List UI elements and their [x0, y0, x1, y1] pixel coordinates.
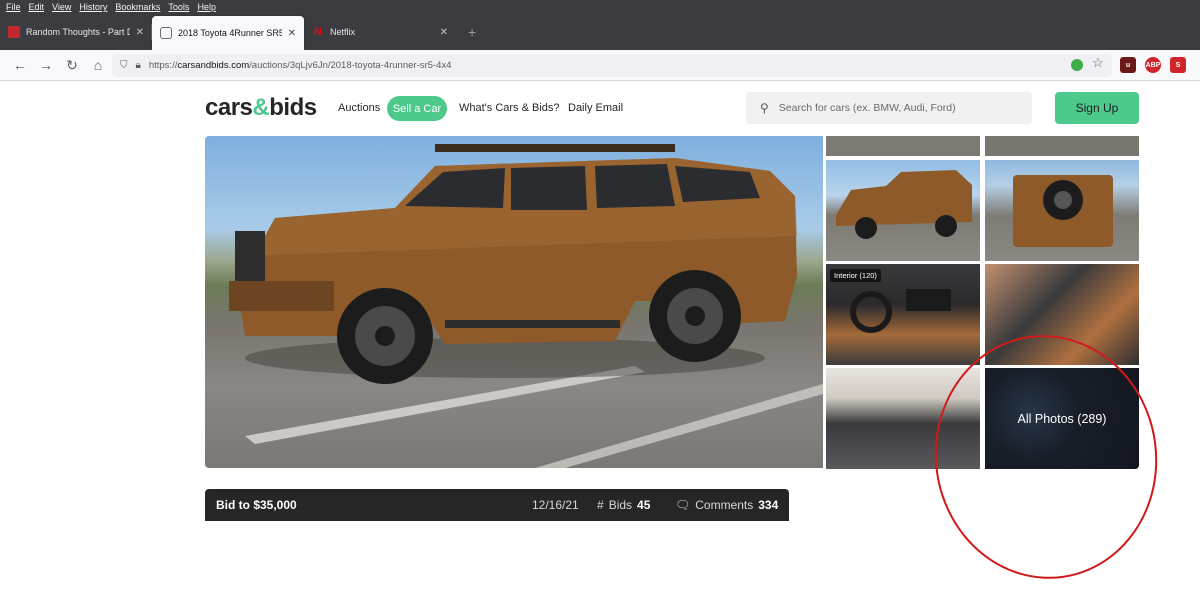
search-icon: ⚲: [760, 101, 769, 115]
tab-strip: Random Thoughts - Part Deux | ✕ 2018 Toy…: [0, 14, 1200, 50]
url-text[interactable]: https://carsandbids.com/auctions/3qLjv6J…: [149, 60, 452, 71]
home-icon[interactable]: ⌂: [85, 52, 111, 78]
sign-up-button[interactable]: Sign Up: [1055, 92, 1139, 124]
adblock-icon[interactable]: ABP: [1145, 57, 1161, 73]
close-tab-icon[interactable]: ✕: [288, 28, 296, 39]
tab-title: Netflix: [330, 27, 356, 37]
tab-netflix[interactable]: N Netflix ✕: [304, 14, 456, 50]
site-logo[interactable]: cars&bids: [205, 94, 317, 122]
forward-arrow-icon[interactable]: →: [33, 52, 59, 78]
gallery-thumbnail[interactable]: [826, 160, 980, 261]
reload-icon[interactable]: ↻: [59, 52, 85, 78]
interior-count-tag: Interior (120): [830, 269, 881, 282]
tab-random-thoughts[interactable]: Random Thoughts - Part Deux | ✕: [0, 14, 152, 50]
menu-file[interactable]: File: [6, 2, 21, 12]
auction-end-date: 12/16/21: [532, 498, 579, 512]
gallery-thumbnail[interactable]: [985, 264, 1139, 365]
navigation-bar: ← → ↻ ⌂ ⛉ 🔒︎ https://carsandbids.com/auc…: [0, 50, 1200, 81]
close-tab-icon[interactable]: ✕: [440, 27, 448, 38]
all-photos-tile[interactable]: All Photos (289): [985, 368, 1139, 469]
current-bid: Bid to $35,000: [216, 498, 297, 512]
photo-gallery: Interior (120) All Photos (289): [205, 136, 1139, 469]
hash-icon: #: [597, 498, 604, 512]
search-placeholder: Search for cars (ex. BMW, Audi, Ford): [778, 102, 956, 114]
menu-tools[interactable]: Tools: [168, 2, 189, 12]
car-favicon-icon: [160, 27, 172, 39]
tab-title: 2018 Toyota 4Runner SR5 4x4 fo: [178, 28, 282, 38]
nav-daily-email[interactable]: Daily Email: [568, 102, 623, 114]
shield-icon[interactable]: ⛉: [120, 60, 128, 71]
bids-count[interactable]: # Bids 45: [597, 498, 650, 512]
hero-photo[interactable]: [205, 136, 823, 468]
gallery-thumbnail[interactable]: [826, 368, 980, 469]
menu-edit[interactable]: Edit: [29, 2, 45, 12]
menu-help[interactable]: Help: [197, 2, 216, 12]
search-input[interactable]: ⚲ Search for cars (ex. BMW, Audi, Ford): [746, 92, 1032, 124]
bids-value: 45: [637, 498, 651, 512]
menu-bookmarks[interactable]: Bookmarks: [115, 2, 160, 12]
netflix-favicon-icon: N: [314, 26, 322, 38]
comments-value: 334: [758, 498, 779, 512]
truck-rear-thumbnail-icon: [1013, 175, 1113, 247]
truck-side-thumbnail-icon: [836, 170, 972, 239]
bid-bar: Bid to $35,000 12/16/21 # Bids 45 🗨︎ Com…: [205, 489, 789, 521]
gallery-thumbnail[interactable]: [985, 160, 1139, 261]
close-tab-icon[interactable]: ✕: [136, 27, 144, 38]
bookmark-star-icon[interactable]: ☆: [1092, 55, 1104, 71]
comments-label: Comments: [695, 498, 754, 512]
gallery-thumbnail[interactable]: [826, 136, 980, 156]
page-content: cars&bids Auctions Sell a Car What's Car…: [0, 81, 1200, 593]
lock-icon[interactable]: 🔒︎: [136, 60, 141, 71]
ublock-icon[interactable]: u: [1120, 57, 1136, 73]
tab-4runner[interactable]: 2018 Toyota 4Runner SR5 4x4 fo ✕: [152, 16, 304, 50]
nav-sell-a-car[interactable]: Sell a Car: [387, 96, 447, 121]
new-tab-icon[interactable]: +: [456, 14, 488, 50]
menu-bar: File Edit View History Bookmarks Tools H…: [0, 0, 1200, 14]
address-bar[interactable]: ⛉ 🔒︎ https://carsandbids.com/auctions/3q…: [112, 54, 1112, 77]
bids-label: Bids: [608, 498, 633, 512]
all-photos-label[interactable]: All Photos (289): [985, 368, 1139, 469]
extension-s-icon[interactable]: S: [1170, 57, 1186, 73]
truck-illustration: [229, 144, 823, 468]
nav-auctions[interactable]: Auctions: [338, 102, 380, 114]
back-arrow-icon[interactable]: ←: [7, 52, 33, 78]
comments-count[interactable]: 🗨︎ Comments 334: [675, 498, 778, 512]
blog-favicon-icon: [8, 26, 20, 38]
comment-bubble-icon: 🗨︎: [675, 498, 691, 512]
nav-whats-cars-and-bids[interactable]: What's Cars & Bids?: [459, 102, 560, 114]
gallery-thumbnail[interactable]: [985, 136, 1139, 156]
tab-title: Random Thoughts - Part Deux |: [26, 27, 130, 37]
menu-view[interactable]: View: [52, 2, 71, 12]
menu-history[interactable]: History: [79, 2, 107, 12]
gallery-thumbnail[interactable]: Interior (120): [826, 264, 980, 365]
globe-icon[interactable]: [1071, 59, 1083, 71]
